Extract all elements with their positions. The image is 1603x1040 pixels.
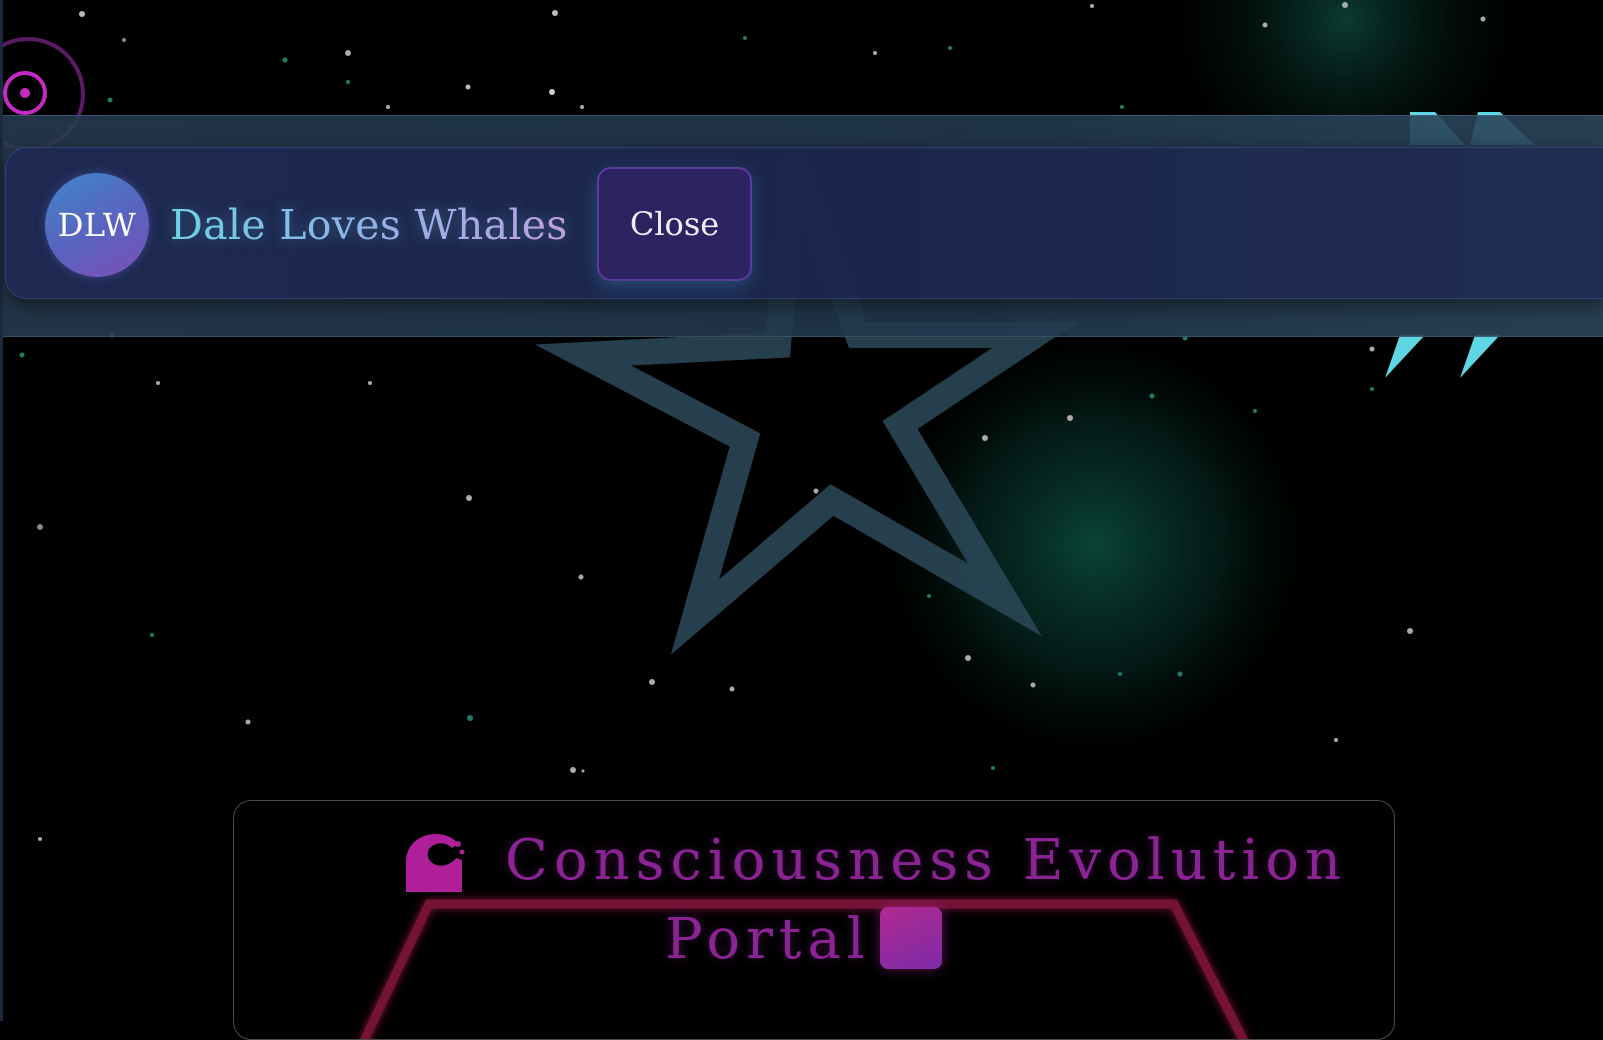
portal-title-continued: Portal [665, 907, 871, 972]
portal-title: Consciousness Evolution [505, 828, 1348, 893]
brand-name[interactable]: Dale Loves Whales [170, 195, 568, 255]
close-button[interactable]: Close [597, 167, 752, 281]
logo-avatar[interactable]: DLW [45, 173, 149, 277]
whale-icon [406, 834, 465, 892]
logo-initials: DLW [57, 206, 137, 244]
square-icon [880, 907, 942, 969]
